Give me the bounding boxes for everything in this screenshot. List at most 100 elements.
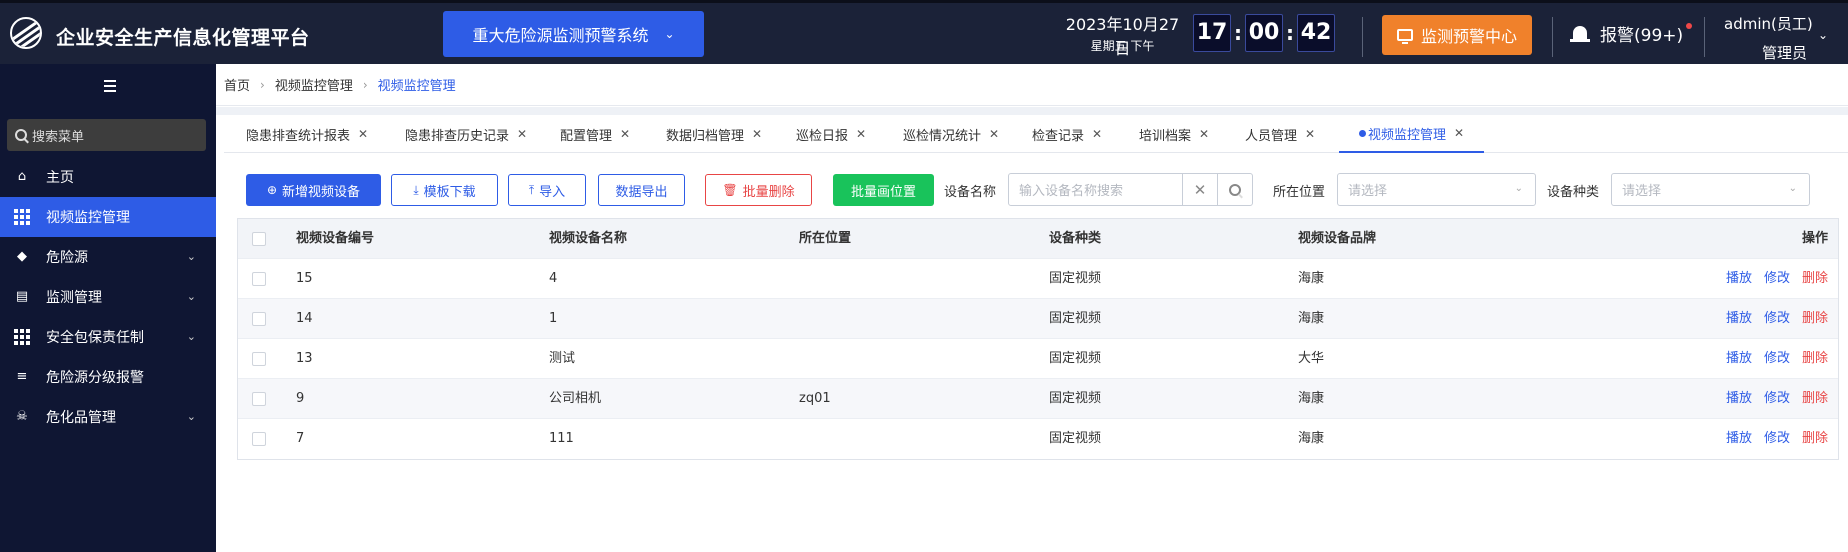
play-link[interactable]: 播放 [1726,351,1752,366]
chevron-down-icon: ⌄ [186,410,196,423]
add-video-device-button[interactable]: ⊕ 新增视频设备 [246,174,381,206]
upload-icon: ⤒ [528,182,535,197]
close-icon[interactable]: ✕ [517,127,527,141]
row-checkbox[interactable] [252,272,266,286]
edit-link[interactable]: 修改 [1764,391,1790,406]
tab-label: 人员管理 [1245,128,1298,144]
device-brand: 海康 [1298,271,1325,286]
play-link[interactable]: 播放 [1726,391,1752,406]
edit-link[interactable]: 修改 [1764,431,1790,446]
tab-personnel[interactable]: 人员管理 ✕ [1245,115,1315,153]
device-type-select[interactable]: 请选择 ⌄ [1611,173,1810,206]
menu-search-input[interactable]: 搜索菜单 [7,119,206,151]
edit-link[interactable]: 修改 [1764,271,1790,286]
play-link[interactable]: 播放 [1726,311,1752,326]
sidebar-item-label: 危险源分级报警 [46,370,144,386]
play-link[interactable]: 播放 [1726,271,1752,286]
grid-icon [14,329,30,345]
batch-delete-button[interactable]: 🗑 批量删除 [705,174,812,206]
tab-video-monitor[interactable]: 视频监控管理 ✕ [1339,115,1485,153]
close-icon[interactable]: ✕ [1305,127,1315,141]
breadcrumb-section[interactable]: 视频监控管理 [275,75,353,94]
search-button[interactable] [1217,173,1253,206]
close-icon[interactable]: ✕ [358,127,368,141]
tab-label: 培训档案 [1139,128,1192,144]
close-icon[interactable]: ✕ [752,127,762,141]
tab-hidden-danger-history[interactable]: 隐患排查历史记录 ✕ [405,115,527,153]
select-all-checkbox[interactable] [252,232,266,246]
button-label: 批量画位置 [850,184,916,200]
delete-link[interactable]: 删除 [1802,311,1828,326]
clock-seconds: 42 [1297,14,1335,52]
batch-draw-position-button[interactable]: 批量画位置 [833,174,934,206]
menu-collapse-icon[interactable] [100,79,116,93]
tab-patrol-daily[interactable]: 巡检日报 ✕ [796,115,866,153]
tab-label: 配置管理 [560,128,613,144]
row-checkbox[interactable] [252,312,266,326]
row-checkbox[interactable] [252,432,266,446]
device-name: 4 [549,271,558,286]
import-button[interactable]: ⤒ 导入 [508,174,586,206]
sidebar-item-hazard-level-alarm[interactable]: ≡ 危险源分级报警 [0,357,216,397]
close-icon[interactable]: ✕ [1092,127,1102,141]
divider [216,107,1848,115]
tab-label: 数据归档管理 [666,128,745,144]
button-label: 数据导出 [615,184,668,200]
close-icon[interactable]: ✕ [989,127,999,141]
tab-hidden-danger-report[interactable]: 隐患排查统计报表 ✕ [246,115,368,153]
template-download-button[interactable]: ⤓ 模板下载 [391,174,498,206]
system-select-label: 重大危险源监测预警系统 [472,26,649,45]
sidebar-item-safety-responsibility[interactable]: 安全包保责任制 ⌄ [0,317,216,357]
column-header: 视频设备名称 [549,231,628,246]
location-label: 所在位置 [1273,185,1326,200]
clock-minutes: 00 [1245,14,1283,52]
sidebar-item-video-monitor[interactable]: 视频监控管理 [0,197,216,237]
close-icon[interactable]: ✕ [620,127,630,141]
table-row: 14 1 固定视频 海康 播放 修改 删除 [238,299,1838,339]
sidebar-item-monitoring[interactable]: ▤ 监测管理 ⌄ [0,277,216,317]
user-name[interactable]: admin(员工) [1724,13,1813,34]
tab-patrol-stats[interactable]: 巡检情况统计 ✕ [903,115,999,153]
close-icon[interactable]: ✕ [1454,126,1464,140]
sidebar-item-hazard-source[interactable]: ◆ 危险源 ⌄ [0,237,216,277]
alarm-button[interactable]: 报警(99+) [1570,21,1683,46]
close-icon[interactable]: ✕ [856,127,866,141]
delete-link[interactable]: 删除 [1802,351,1828,366]
location-select[interactable]: 请选择 ⌄ [1337,173,1536,206]
close-icon[interactable]: ✕ [1199,127,1209,141]
clear-icon[interactable]: ✕ [1182,173,1218,206]
edit-link[interactable]: 修改 [1764,351,1790,366]
breadcrumb-current: 视频监控管理 [377,79,456,94]
sidebar-item-home[interactable]: ⌂ 主页 [0,157,216,197]
sidebar-item-chemicals[interactable]: ☠ 危化品管理 ⌄ [0,397,216,437]
breadcrumb-home[interactable]: 首页 [224,75,250,94]
row-checkbox[interactable] [252,392,266,406]
play-link[interactable]: 播放 [1726,431,1752,446]
delete-link[interactable]: 删除 [1802,431,1828,446]
row-checkbox[interactable] [252,352,266,366]
column-header: 设备种类 [1049,231,1102,246]
chevron-down-icon[interactable]: ⌄ [1818,28,1828,42]
device-brand: 大华 [1298,351,1325,366]
user-role: 管理员 [1762,44,1808,62]
tab-archive[interactable]: 数据归档管理 ✕ [666,115,762,153]
tab-config[interactable]: 配置管理 ✕ [560,115,630,153]
divider [1704,17,1705,57]
sidebar-item-label: 视频监控管理 [46,210,130,226]
device-brand: 海康 [1298,431,1325,446]
tab-training[interactable]: 培训档案 ✕ [1139,115,1209,153]
tab-inspection-records[interactable]: 检查记录 ✕ [1032,115,1102,153]
device-type: 固定视频 [1049,351,1102,366]
table-row: 9 公司相机 zq01 固定视频 海康 播放 修改 删除 [238,379,1838,419]
monitor-center-button[interactable]: 监测预警中心 [1382,15,1532,55]
export-button[interactable]: 数据导出 [598,174,685,206]
delete-link[interactable]: 删除 [1802,271,1828,286]
tab-label: 隐患排查统计报表 [246,128,351,144]
device-name-input[interactable]: 输入设备名称搜索 [1008,173,1183,206]
table-row: 13 测试 固定视频 大华 播放 修改 删除 [238,339,1838,379]
system-select[interactable]: 重大危险源监测预警系统 ⌄ [443,11,704,57]
edit-link[interactable]: 修改 [1764,311,1790,326]
row-actions: 播放 修改 删除 [1714,419,1828,459]
delete-link[interactable]: 删除 [1802,391,1828,406]
monitor-icon [1396,29,1413,44]
